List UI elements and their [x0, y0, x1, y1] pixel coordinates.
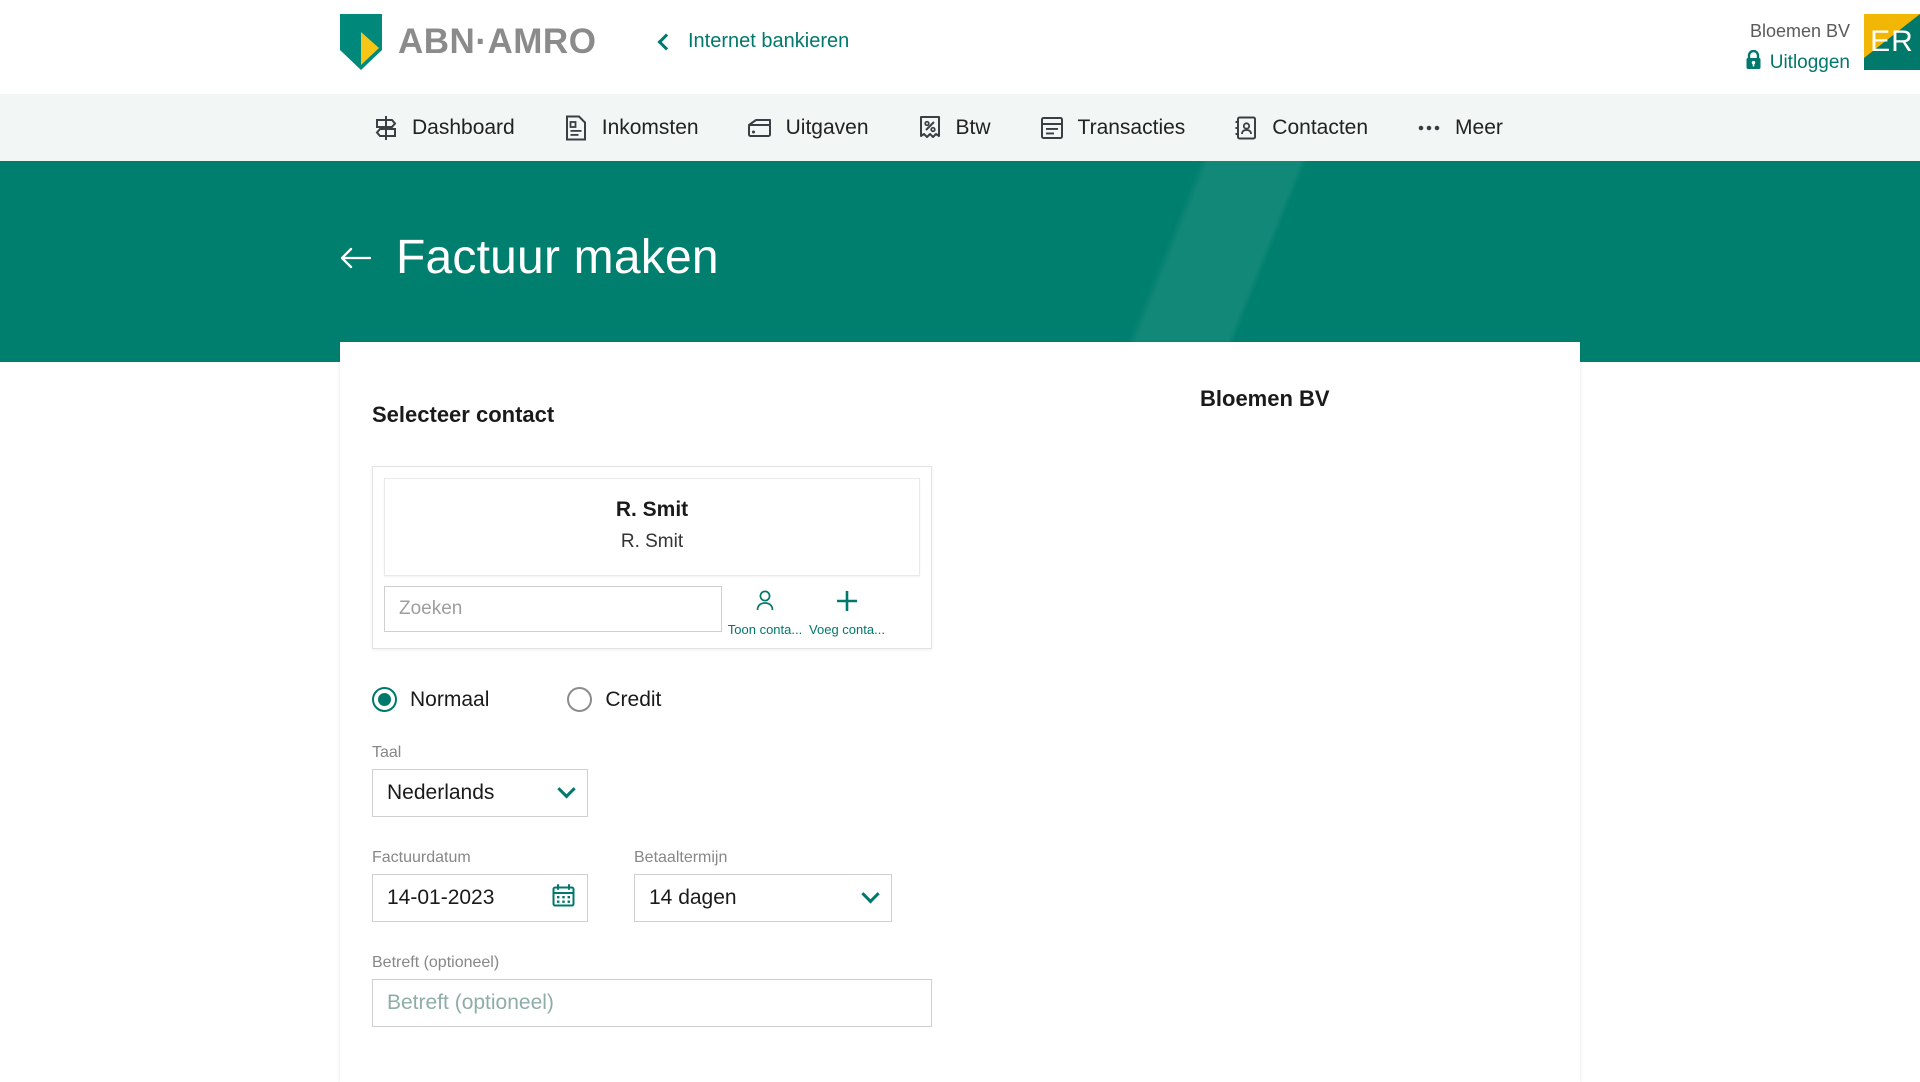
radio-unselected-icon [567, 687, 593, 712]
radio-normaal-label: Normaal [410, 687, 490, 711]
subject-input-wrapper[interactable] [372, 979, 932, 1027]
contact-search-box[interactable] [384, 586, 722, 632]
payment-term-label: Betaaltermijn [634, 849, 728, 866]
invoice-date-field-group: Factuurdatum [372, 849, 588, 922]
language-value: Nederlands [387, 781, 495, 804]
invoice-date-input-wrapper[interactable] [372, 874, 588, 922]
nav-item-inkomsten[interactable]: Inkomsten [563, 115, 699, 141]
nav-label: Dashboard [412, 115, 515, 139]
arrow-left-icon[interactable] [340, 245, 374, 271]
selected-contact-subtitle: R. Smit [620, 531, 684, 552]
payment-term-select[interactable]: 14 dagen [634, 874, 892, 922]
nav-item-btw[interactable]: Btw [917, 115, 991, 141]
invoice-date-label: Factuurdatum [372, 849, 471, 866]
invoice-type-radio-group: Normaal Credit [372, 687, 972, 712]
abn-amro-shield-logo [340, 14, 382, 70]
hero-diagonal-accent [540, 161, 1920, 362]
subject-input[interactable] [387, 991, 919, 1015]
nav-item-meer[interactable]: Meer [1416, 115, 1503, 141]
invoice-date-input[interactable] [387, 886, 552, 910]
top-header-bar: ABN·AMRO Internet bankieren Bloemen BV U… [0, 0, 1920, 94]
subject-field-group: Betreft (optioneel) [372, 954, 972, 1027]
receipt-percent-icon [917, 115, 943, 141]
select-contact-heading: Selecteer contact [372, 402, 555, 427]
document-lines-icon [563, 115, 589, 141]
invoice-company-block: Bloemen BV [1200, 386, 1330, 412]
selected-contact-name: R. Smit [615, 498, 689, 521]
subject-label: Betreft (optioneel) [372, 954, 500, 971]
page-title-row: Factuur maken [340, 230, 719, 285]
invoice-form-fields: Selecteer contact R. Smit R. Smit Zoeken… [372, 342, 972, 1027]
nav-label: Meer [1455, 115, 1503, 139]
nav-item-transacties[interactable]: Transacties [1039, 115, 1186, 141]
brand-logo-group[interactable]: ABN·AMRO [340, 14, 596, 70]
radio-credit[interactable]: Credit [567, 687, 661, 712]
logout-label: Uitloggen [1769, 51, 1850, 73]
selected-contact[interactable]: R. Smit R. Smit [384, 478, 920, 576]
person-icon [752, 588, 778, 619]
contact-actions-row: Toon conta... Voeg conta... [384, 586, 920, 637]
invoice-form-panel: Bloemen BV Selecteer contact R. Smit R. … [340, 342, 1580, 1082]
wallet-card-icon [747, 115, 773, 141]
signpost-icon [373, 115, 399, 141]
main-navigation-bar: Dashboard Inkomsten Uitgaven Btw Transac… [0, 94, 1920, 161]
chevron-left-icon [657, 33, 675, 50]
nav-item-uitgaven[interactable]: Uitgaven [747, 115, 869, 141]
show-contact-button[interactable]: Toon conta... [726, 586, 804, 637]
nav-label: Contacten [1272, 115, 1369, 139]
user-company-name: Bloemen BV [1749, 21, 1850, 41]
nav-item-dashboard[interactable]: Dashboard [373, 115, 515, 141]
calendar-icon[interactable] [552, 884, 575, 912]
nav-label: Uitgaven [785, 115, 869, 139]
chevron-down-icon [861, 884, 880, 903]
avatar[interactable]: ER [1864, 14, 1920, 70]
language-field-group: Taal Nederlands [372, 744, 972, 817]
radio-normaal[interactable]: Normaal [372, 687, 489, 712]
language-label: Taal [372, 744, 402, 761]
date-term-row: Factuurdatum 14-01-2023 Betaaltermijn 14… [372, 849, 972, 922]
page-title: Factuur maken [396, 231, 719, 284]
language-select[interactable]: Nederlands [372, 769, 588, 817]
user-account-area: Bloemen BV Uitloggen ER [1745, 14, 1920, 75]
nav-label: Inkomsten [601, 115, 699, 139]
lock-icon [1745, 49, 1762, 75]
add-contact-button[interactable]: Voeg conta... [808, 586, 886, 637]
show-contact-label: Toon conta... [727, 622, 803, 637]
avatar-initials: ER [1870, 25, 1914, 58]
payment-term-value: 14 dagen [649, 886, 737, 909]
chevron-down-icon [557, 779, 576, 798]
brand-wordmark: ABN·AMRO [398, 22, 597, 61]
plus-icon [834, 588, 860, 619]
nav-label: Btw [955, 115, 991, 139]
contact-book-icon [1233, 115, 1259, 141]
radio-selected-icon [372, 687, 397, 712]
contact-selector-card: R. Smit R. Smit Toon conta... [372, 466, 932, 649]
logout-button[interactable]: Uitloggen [1745, 49, 1850, 75]
nav-label: Transacties [1077, 115, 1186, 139]
search-input[interactable] [399, 598, 721, 620]
radio-dot [378, 693, 391, 706]
ellipsis-icon [1416, 115, 1442, 141]
radio-credit-label: Credit [605, 687, 662, 711]
invoice-company-name: Bloemen BV [1200, 386, 1330, 411]
payment-term-field-group: Betaaltermijn 14 dagen [634, 849, 892, 922]
add-contact-label: Voeg conta... [809, 622, 885, 637]
transaction-document-icon [1039, 115, 1065, 141]
page-hero-banner [0, 161, 1920, 362]
internet-banking-link[interactable]: Internet bankieren [657, 30, 850, 53]
nav-item-contacten[interactable]: Contacten [1233, 115, 1368, 141]
internet-banking-label: Internet bankieren [688, 30, 850, 52]
